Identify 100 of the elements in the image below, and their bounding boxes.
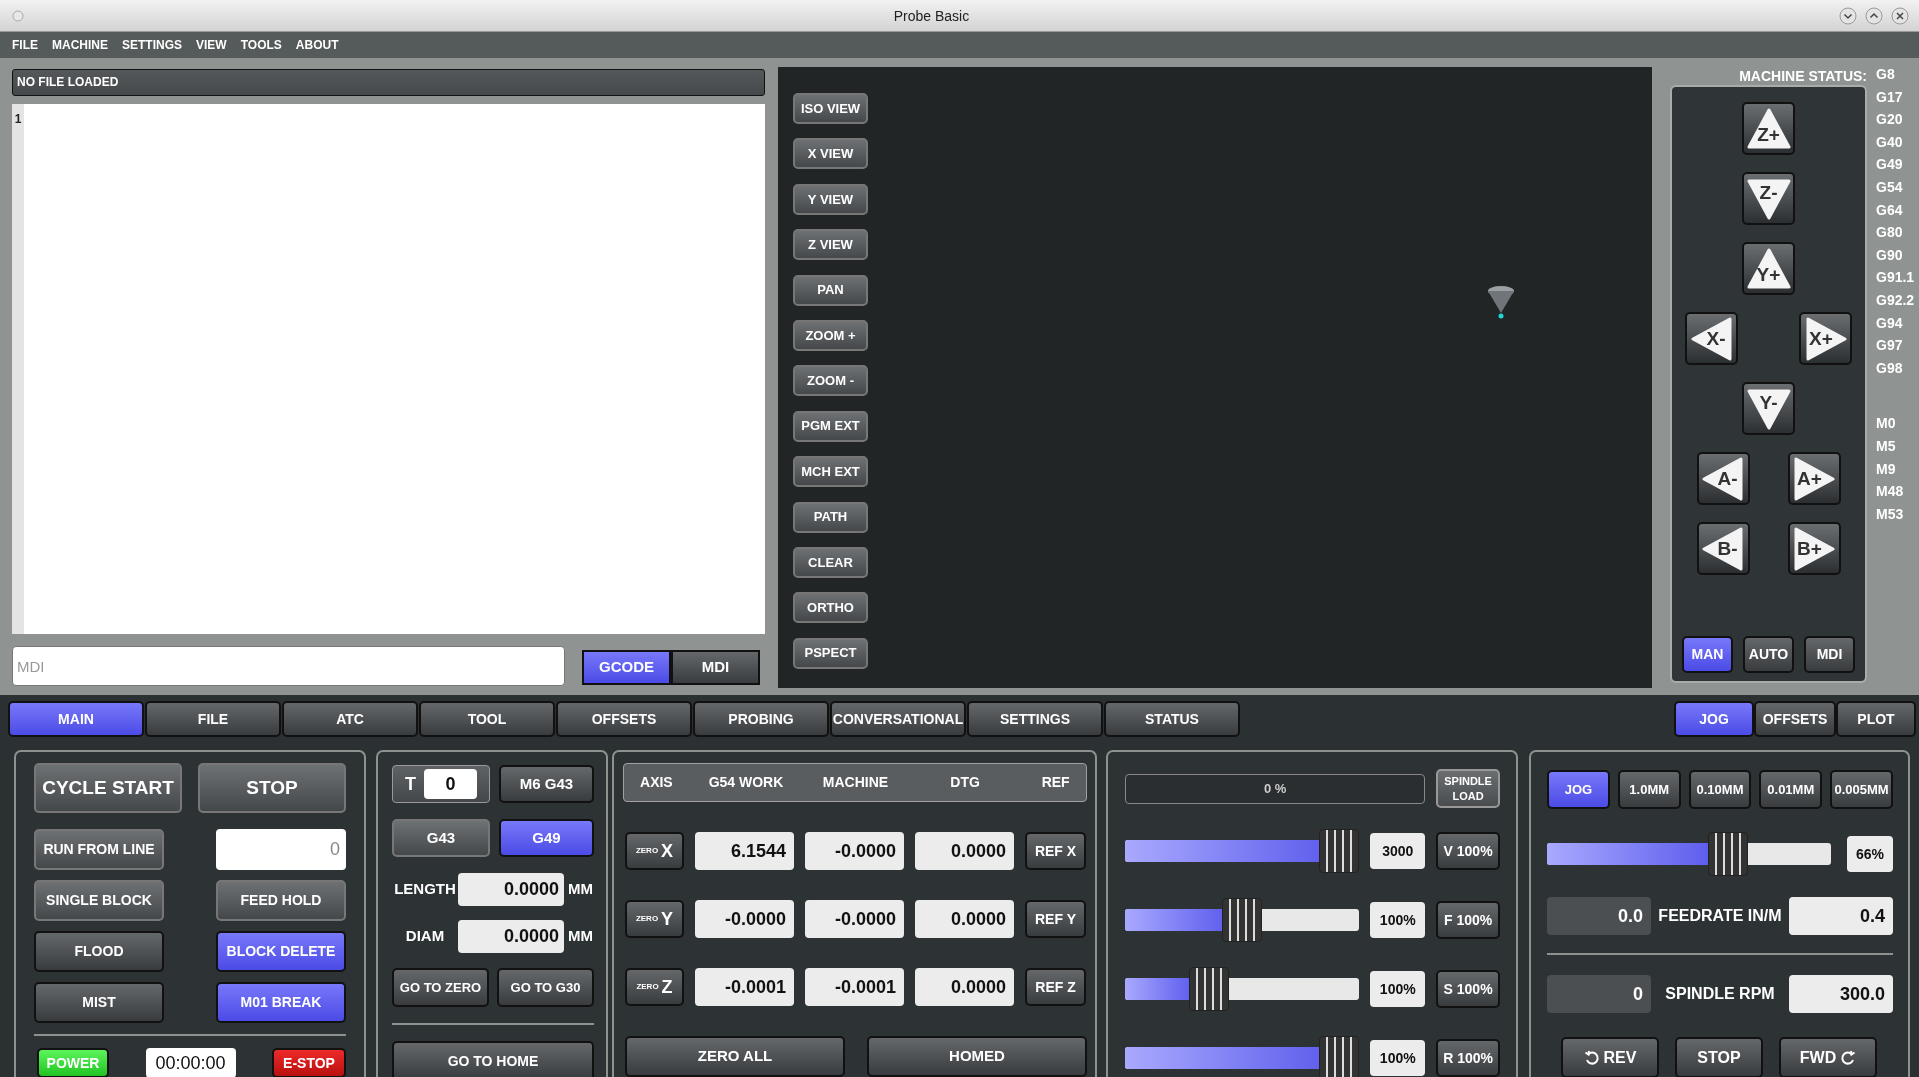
slider[interactable] <box>1547 832 1831 876</box>
code-editor[interactable]: 1 <box>12 104 765 634</box>
axis-direction-button[interactable]: Z+ <box>1742 102 1795 155</box>
toggle-button[interactable]: FEED HOLD <box>216 880 346 921</box>
ref-button[interactable]: REF Y <box>1025 900 1086 938</box>
menu-item[interactable]: TOOLS <box>240 36 282 54</box>
toggle-button[interactable]: M01 BREAK <box>216 982 346 1023</box>
increment-button[interactable]: 0.01MM <box>1759 770 1823 809</box>
reset-button[interactable]: S 100% <box>1436 970 1500 1008</box>
tool-number-field[interactable]: 0 <box>424 769 477 799</box>
main-tab[interactable]: STATUS <box>1104 701 1240 737</box>
toggle-button[interactable]: BLOCK DELETE <box>216 931 346 972</box>
offset-mode-button[interactable]: G43 <box>392 819 490 857</box>
main-tab[interactable]: PROBING <box>693 701 829 737</box>
offset-mode-button[interactable]: G49 <box>499 819 594 857</box>
mode-button[interactable]: MDI <box>1804 636 1855 673</box>
mode-tab[interactable]: MDI <box>671 650 760 685</box>
menu-item[interactable]: SETTINGS <box>122 36 182 54</box>
main-tab[interactable]: CONVERSATIONAL <box>830 701 966 737</box>
axis-direction-button[interactable]: B- <box>1696 522 1750 575</box>
toggle-button[interactable]: MIST <box>34 982 164 1023</box>
close-icon[interactable] <box>1891 6 1909 25</box>
view-button[interactable]: Z VIEW <box>793 229 868 261</box>
action-button[interactable]: HOMED <box>867 1036 1087 1077</box>
increment-button[interactable]: JOG <box>1547 770 1610 809</box>
spindle-load-button[interactable]: SPINDLE LOAD <box>1436 769 1500 808</box>
view-button[interactable]: Y VIEW <box>793 183 868 215</box>
cycle-start-button[interactable]: CYCLE START <box>34 763 182 813</box>
chevron-down-icon[interactable] <box>1839 6 1857 25</box>
increment-button[interactable]: 1.0MM <box>1617 770 1681 809</box>
mode-button[interactable]: MAN <box>1682 636 1733 673</box>
ref-button[interactable]: REF Z <box>1025 968 1086 1006</box>
main-tab[interactable]: ATC <box>282 701 418 737</box>
slider[interactable] <box>1125 1036 1360 1077</box>
axis-direction-button[interactable]: Y+ <box>1742 242 1795 295</box>
status-label: MACHINE STATUS: <box>1738 67 1867 85</box>
reset-button[interactable]: F 100% <box>1436 901 1500 939</box>
increment-button[interactable]: 0.005MM <box>1830 770 1893 809</box>
mode-button[interactable]: AUTO <box>1743 636 1794 673</box>
spindle-button[interactable]: STOP <box>1675 1037 1763 1077</box>
emergency-stop-button[interactable]: E-STOP <box>272 1048 346 1077</box>
main-tab[interactable]: OFFSETS <box>556 701 692 737</box>
axis-direction-button[interactable]: X+ <box>1799 312 1852 365</box>
axis-direction-button[interactable]: A+ <box>1787 452 1841 505</box>
menu-item[interactable]: MACHINE <box>52 36 108 54</box>
axis-direction-button[interactable]: X- <box>1685 312 1738 365</box>
run-from-line-button[interactable]: RUN FROM LINE <box>34 829 164 870</box>
stop-button[interactable]: STOP <box>198 763 346 813</box>
axis-direction-button[interactable]: Z- <box>1742 172 1795 225</box>
side-tab[interactable]: PLOT <box>1836 701 1916 737</box>
spindle-button[interactable]: FWD <box>1779 1037 1877 1077</box>
view-button[interactable]: PAN <box>793 274 868 306</box>
go-button[interactable]: GO TO ZERO <box>392 968 489 1007</box>
ref-button[interactable]: REF X <box>1025 832 1086 870</box>
distance-to-go-field: 0.0000 <box>915 832 1014 870</box>
line-number-field[interactable]: 0 <box>216 829 346 870</box>
tool-cone-icon <box>1486 285 1516 321</box>
side-tab[interactable]: JOG <box>1674 701 1754 737</box>
slider[interactable] <box>1125 898 1360 942</box>
setting-field[interactable]: 0.4 <box>1789 897 1893 935</box>
view-button[interactable]: ORTHO <box>793 592 868 624</box>
setting-field[interactable]: 300.0 <box>1789 975 1893 1013</box>
action-button[interactable]: ZERO ALL <box>625 1036 845 1077</box>
value-field[interactable]: 0.0000 <box>458 873 564 906</box>
view-button[interactable]: ZOOM - <box>793 365 868 397</box>
reset-button[interactable]: R 100% <box>1436 1039 1500 1077</box>
main-tab[interactable]: SETTINGS <box>967 701 1103 737</box>
tool-change-button[interactable]: M6 G43 <box>499 765 594 803</box>
view-button[interactable]: X VIEW <box>793 138 868 170</box>
menu-item[interactable]: VIEW <box>196 36 227 54</box>
increment-button[interactable]: 0.10MM <box>1688 770 1752 809</box>
view-button[interactable]: CLEAR <box>793 546 868 578</box>
main-tab[interactable]: MAIN <box>8 701 144 737</box>
go-button[interactable]: GO TO G30 <box>497 968 594 1007</box>
axis-direction-button[interactable]: A- <box>1696 452 1750 505</box>
slider[interactable] <box>1125 829 1360 873</box>
view-button[interactable]: PSPECT <box>793 637 868 669</box>
chevron-up-icon[interactable] <box>1865 6 1883 25</box>
toggle-button[interactable]: FLOOD <box>34 931 164 972</box>
view-button[interactable]: PATH <box>793 501 868 533</box>
spindle-button[interactable]: REV <box>1561 1037 1659 1077</box>
mode-tab[interactable]: GCODE <box>582 650 671 685</box>
menu-item[interactable]: ABOUT <box>295 36 339 54</box>
axis-direction-button[interactable]: Y- <box>1742 382 1795 435</box>
main-tab[interactable]: FILE <box>145 701 281 737</box>
reset-button[interactable]: V 100% <box>1436 832 1500 870</box>
value-field[interactable]: 0.0000 <box>458 920 564 953</box>
work-position-field: 6.1544 <box>695 832 794 870</box>
view-button[interactable]: MCH EXT <box>793 456 868 488</box>
go-home-button[interactable]: GO TO HOME <box>392 1041 594 1077</box>
axis-direction-button[interactable]: B+ <box>1787 522 1841 575</box>
view-button[interactable]: ISO VIEW <box>793 93 868 124</box>
main-tab[interactable]: TOOL <box>419 701 555 737</box>
toggle-button[interactable]: SINGLE BLOCK <box>34 880 164 921</box>
menu-item[interactable]: FILE <box>12 36 38 54</box>
view-button[interactable]: PGM EXT <box>793 410 868 442</box>
mdi-input[interactable]: MDI <box>12 646 565 686</box>
view-button[interactable]: ZOOM + <box>793 319 868 351</box>
slider[interactable] <box>1125 967 1360 1011</box>
side-tab[interactable]: OFFSETS <box>1754 701 1836 737</box>
